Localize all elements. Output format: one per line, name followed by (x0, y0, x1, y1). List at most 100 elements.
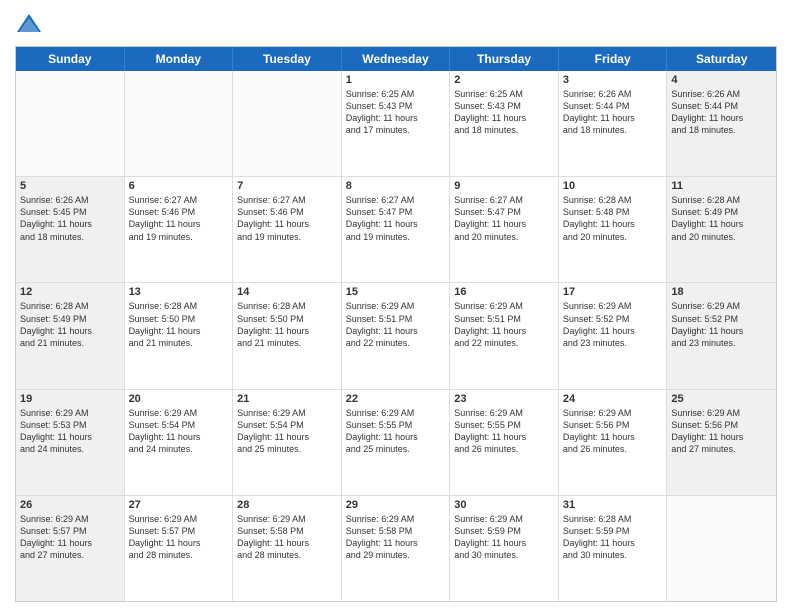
calendar-cell-2-2: 14Sunrise: 6:28 AMSunset: 5:50 PMDayligh… (233, 283, 342, 388)
cell-info-line: Sunset: 5:51 PM (346, 313, 446, 325)
cell-info-line: Daylight: 11 hours (20, 218, 120, 230)
day-number: 27 (129, 499, 229, 511)
cell-info-line: Daylight: 11 hours (671, 218, 772, 230)
cell-info-line: Sunrise: 6:29 AM (671, 300, 772, 312)
cell-info-line: Sunset: 5:47 PM (346, 206, 446, 218)
calendar-cell-4-3: 29 Sunrise: 6:29 AMSunset: 5:58 PMDayligh… (342, 496, 451, 601)
header-day-monday: Monday (125, 47, 234, 71)
cell-info-line: Daylight: 11 hours (129, 218, 229, 230)
calendar-row-2: 12Sunrise: 6:28 AMSunset: 5:49 PMDayligh… (16, 283, 776, 389)
cell-info-line: Daylight: 11 hours (346, 537, 446, 549)
day-number: 26 (20, 499, 120, 511)
cell-info-line: and 30 minutes. (563, 549, 663, 561)
cell-info-line: Sunset: 5:47 PM (454, 206, 554, 218)
day-number: 16 (454, 286, 554, 298)
cell-info-line: Sunrise: 6:26 AM (20, 194, 120, 206)
cell-info-line: Daylight: 11 hours (129, 325, 229, 337)
cell-info-line: Sunset: 5:52 PM (563, 313, 663, 325)
cell-info-line: Sunset: 5:50 PM (129, 313, 229, 325)
cell-info-line: and 22 minutes. (346, 337, 446, 349)
calendar-cell-4-5: 31Sunrise: 6:28 AMSunset: 5:59 PMDayligh… (559, 496, 668, 601)
cell-info-line: Sunrise: 6:29 AM (563, 300, 663, 312)
cell-info-line: Sunrise: 6:29 AM (20, 513, 120, 525)
day-number: 12 (20, 286, 120, 298)
cell-info-line: and 24 minutes. (20, 443, 120, 455)
day-number: 17 (563, 286, 663, 298)
day-number: 9 (454, 180, 554, 192)
calendar-cell-3-6: 25Sunrise: 6:29 AMSunset: 5:56 PMDayligh… (667, 390, 776, 495)
cell-info-line: and 20 minutes. (671, 231, 772, 243)
cell-info-line: Daylight: 11 hours (671, 325, 772, 337)
cell-info-line: Daylight: 11 hours (237, 431, 337, 443)
day-number: 2 (454, 74, 554, 86)
calendar-cell-1-1: 6Sunrise: 6:27 AMSunset: 5:46 PMDaylight… (125, 177, 234, 282)
cell-info-line: Sunrise: 6:27 AM (237, 194, 337, 206)
cell-info-line: Sunrise: 6:29 AM (20, 407, 120, 419)
calendar-cell-0-3: 1Sunrise: 6:25 AMSunset: 5:43 PMDaylight… (342, 71, 451, 176)
cell-info-line: Sunset: 5:53 PM (20, 419, 120, 431)
logo-icon (15, 10, 43, 38)
cell-info-line: and 18 minutes. (20, 231, 120, 243)
cell-info-line: Sunrise: 6:29 AM (237, 513, 337, 525)
day-number: 30 (454, 499, 554, 511)
calendar-header: SundayMondayTuesdayWednesdayThursdayFrid… (16, 47, 776, 71)
cell-info-line: and 24 minutes. (129, 443, 229, 455)
calendar-cell-2-6: 18Sunrise: 6:29 AMSunset: 5:52 PMDayligh… (667, 283, 776, 388)
cell-info-line: Sunrise: 6:27 AM (454, 194, 554, 206)
cell-info-line: Daylight: 11 hours (346, 431, 446, 443)
calendar-cell-4-1: 27 Sunrise: 6:29 AMSunset: 5:57 PMDayligh… (125, 496, 234, 601)
calendar-cell-0-5: 3Sunrise: 6:26 AMSunset: 5:44 PMDaylight… (559, 71, 668, 176)
cell-info-line: Sunrise: 6:27 AM (129, 194, 229, 206)
cell-info-line: Sunset: 5:54 PM (237, 419, 337, 431)
cell-info-line: Sunset: 5:43 PM (454, 100, 554, 112)
cell-info-line: Sunrise: 6:26 AM (563, 88, 663, 100)
cell-info-line: and 18 minutes. (563, 124, 663, 136)
cell-info-line: and 25 minutes. (346, 443, 446, 455)
cell-info-line: Sunset: 5:56 PM (563, 419, 663, 431)
cell-info-line: and 23 minutes. (671, 337, 772, 349)
logo (15, 10, 47, 38)
cell-info-line: and 30 minutes. (454, 549, 554, 561)
day-number: 8 (346, 180, 446, 192)
cell-info-line: and 17 minutes. (346, 124, 446, 136)
cell-info-line: Sunrise: 6:29 AM (346, 513, 446, 525)
cell-info-line: Sunrise: 6:28 AM (20, 300, 120, 312)
day-number: 31 (563, 499, 663, 511)
cell-info-line: Sunset: 5:49 PM (20, 313, 120, 325)
cell-info-line: Sunrise: 6:28 AM (563, 194, 663, 206)
day-number: 15 (346, 286, 446, 298)
day-number: 21 (237, 393, 337, 405)
day-number: 19 (20, 393, 120, 405)
cell-info-line: Sunset: 5:52 PM (671, 313, 772, 325)
cell-info-line: Sunset: 5:58 PM (346, 525, 446, 537)
cell-info-line: Sunset: 5:46 PM (237, 206, 337, 218)
cell-info-line: Sunrise: 6:29 AM (346, 407, 446, 419)
cell-info-line: Daylight: 11 hours (671, 112, 772, 124)
cell-info-line: Daylight: 11 hours (671, 431, 772, 443)
cell-info-line: Daylight: 11 hours (454, 431, 554, 443)
cell-info-line: Sunrise: 6:29 AM (237, 407, 337, 419)
calendar-cell-3-4: 23Sunrise: 6:29 AMSunset: 5:55 PMDayligh… (450, 390, 559, 495)
cell-info-line: Sunrise: 6:28 AM (129, 300, 229, 312)
cell-info-line: and 20 minutes. (563, 231, 663, 243)
day-number: 4 (671, 74, 772, 86)
day-number: 20 (129, 393, 229, 405)
calendar-cell-3-5: 24Sunrise: 6:29 AMSunset: 5:56 PMDayligh… (559, 390, 668, 495)
day-number: 10 (563, 180, 663, 192)
cell-info-line: and 19 minutes. (129, 231, 229, 243)
calendar-cell-1-6: 11Sunrise: 6:28 AMSunset: 5:49 PMDayligh… (667, 177, 776, 282)
cell-info-line: Sunset: 5:57 PM (129, 525, 229, 537)
header-day-sunday: Sunday (16, 47, 125, 71)
cell-info-line: Daylight: 11 hours (20, 325, 120, 337)
cell-info-line: Sunset: 5:57 PM (20, 525, 120, 537)
calendar-cell-2-0: 12 Sunrise: 6:28 AMSunset: 5:49 PMDayligh… (16, 283, 125, 388)
cell-info-line: Sunrise: 6:29 AM (129, 513, 229, 525)
cell-info-line: Daylight: 11 hours (129, 537, 229, 549)
cell-info-line: Sunset: 5:54 PM (129, 419, 229, 431)
cell-info-line: Daylight: 11 hours (563, 431, 663, 443)
cell-info-line: and 21 minutes. (20, 337, 120, 349)
calendar-cell-2-1: 13Sunrise: 6:28 AMSunset: 5:50 PMDayligh… (125, 283, 234, 388)
cell-info-line: Daylight: 11 hours (454, 112, 554, 124)
day-number: 29 (346, 499, 446, 511)
header-day-friday: Friday (559, 47, 668, 71)
